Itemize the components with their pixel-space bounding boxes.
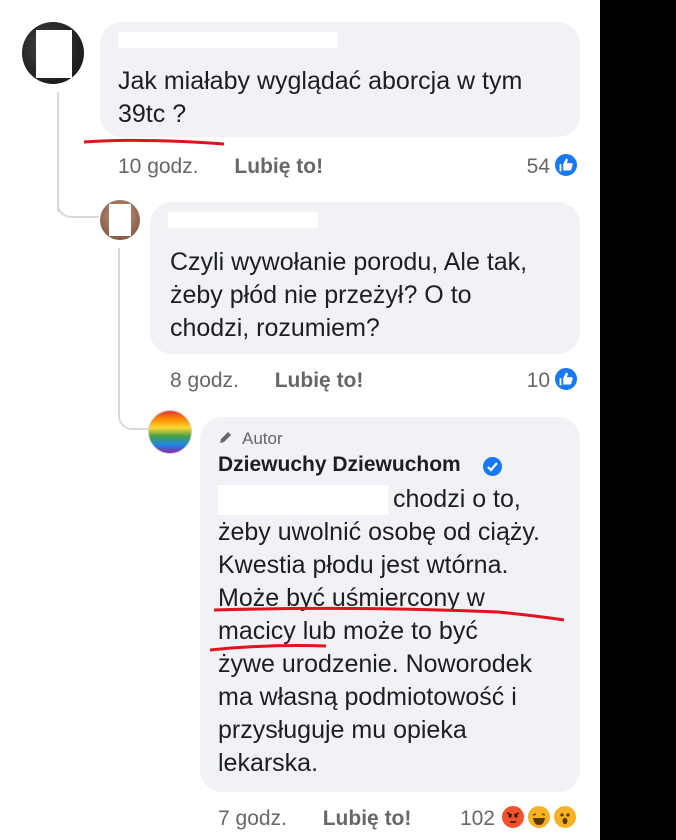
timestamp[interactable]: 10 godz. <box>118 155 199 178</box>
comment-bubble: Czyli wywołanie porodu, Ale tak, żeby pł… <box>150 202 580 354</box>
comment-meta: 7 godz. Lubię to! <box>218 807 411 831</box>
annotation-underline <box>209 606 565 652</box>
comment-text: Czyli wywołanie porodu, Ale tak, żeby pł… <box>170 248 528 342</box>
comment-text: Jak miałaby wyglądać aborcja w tym 39tc … <box>118 67 523 128</box>
angry-icon <box>500 804 526 830</box>
avatar[interactable] <box>100 200 140 240</box>
comment-meta: 10 godz. Lubię to! <box>118 155 323 179</box>
like-button[interactable]: Lubię to! <box>275 369 364 392</box>
comment-text-first-line: chodzi o to, <box>393 485 521 513</box>
verified-icon <box>483 457 502 476</box>
timestamp[interactable]: 8 godz. <box>170 369 239 392</box>
comments-panel: Jak miałaby wyglądać aborcja w tym 39tc … <box>0 0 600 840</box>
reaction-count[interactable]: 102 <box>445 807 495 831</box>
redacted-author-name <box>168 212 318 228</box>
redacted-mention <box>218 485 388 515</box>
comment-meta: 8 godz. Lubię to! <box>170 369 363 393</box>
redacted-author-name <box>118 32 338 48</box>
laugh-icon <box>526 804 552 830</box>
like-icon <box>553 366 579 392</box>
author-badge: Autor <box>242 429 283 448</box>
page-avatar[interactable] <box>148 410 192 454</box>
author-name[interactable]: Dziewuchy Dziewuchom <box>218 453 461 477</box>
comment-bubble: Jak miałaby wyglądać aborcja w tym 39tc … <box>100 22 580 137</box>
reaction-count[interactable]: 54 <box>505 155 550 179</box>
reaction-count[interactable]: 10 <box>505 369 550 393</box>
like-button[interactable]: Lubię to! <box>234 155 323 178</box>
wow-icon <box>552 804 578 830</box>
pencil-icon <box>218 429 234 450</box>
avatar[interactable] <box>22 22 84 84</box>
like-icon <box>553 152 579 178</box>
thread-connector <box>57 150 99 218</box>
thread-connector <box>118 248 150 430</box>
timestamp[interactable]: 7 godz. <box>218 807 287 830</box>
annotation-underline <box>83 138 225 146</box>
like-button[interactable]: Lubię to! <box>323 807 412 830</box>
